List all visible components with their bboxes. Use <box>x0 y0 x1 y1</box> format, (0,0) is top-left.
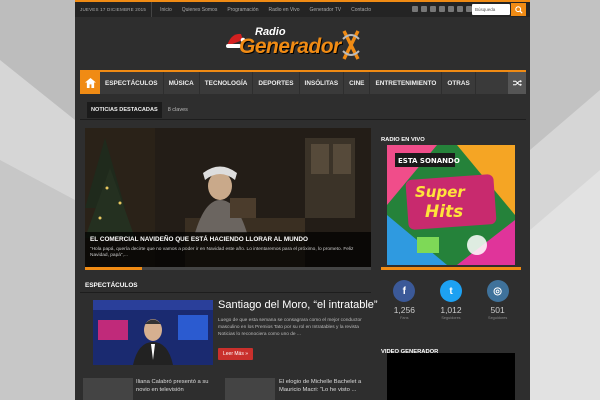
site-logo[interactable]: Radio Generador <box>225 25 385 65</box>
nav-item-tecnologia[interactable]: TECNOLOGÍA <box>200 72 254 94</box>
top-link-quienes-somos[interactable]: Quienes Somos <box>182 7 218 13</box>
twitter-label: Seguidores <box>441 316 461 320</box>
nav-item-otras[interactable]: OTRAS <box>442 72 476 94</box>
slider-caption: EL COMERCIAL NAVIDEÑO QUE ESTÁ HACIENDO … <box>85 232 371 270</box>
slider-excerpt: “Hola papá, quería decirte que no vamos … <box>90 247 354 259</box>
instagram-icon: ◎ <box>486 280 509 302</box>
radio-player-banner[interactable]: ESTA SONANDO Super Hits <box>387 145 515 265</box>
sidebar-divider <box>381 267 521 270</box>
breaking-news-link[interactable]: 8 claves <box>168 107 188 113</box>
soundcloud-icon[interactable] <box>457 6 463 12</box>
search-icon <box>514 5 523 14</box>
mini-post-thumbnail[interactable] <box>83 378 133 400</box>
shuffle-icon <box>512 79 522 87</box>
facebook-icon[interactable] <box>412 6 418 12</box>
current-date: JUEVES 17 DICIEMBRE 2015 <box>75 2 153 17</box>
instagram-icon[interactable] <box>448 6 454 12</box>
twitter-icon[interactable] <box>421 6 427 12</box>
mini-post-title[interactable]: Iliana Calabró presentó a su novio en te… <box>136 379 216 394</box>
twitter-count: 1,012 <box>440 305 462 315</box>
facebook-counter[interactable]: f 1,256 Fans <box>383 280 425 326</box>
section-header: ESPECTÁCULOS <box>80 279 371 293</box>
video-player[interactable] <box>387 353 515 400</box>
instagram-count: 501 <box>490 305 505 315</box>
nav-item-insolitas[interactable]: INSÓLITAS <box>300 72 345 94</box>
tv-host-image <box>93 300 213 365</box>
svg-text:Hits: Hits <box>425 202 463 222</box>
main-nav: ESPECTÁCULOS MÚSICA TECNOLOGÍA DEPORTES … <box>80 70 526 94</box>
post-title[interactable]: Santiago del Moro, “el intratable” <box>218 299 378 311</box>
radio-widget-title: RADIO EN VIVO <box>381 137 425 143</box>
google-plus-icon[interactable] <box>430 6 436 12</box>
facebook-count: 1,256 <box>393 305 415 315</box>
top-link-contacto[interactable]: Contacto <box>351 7 371 13</box>
top-nav: Inicio Quienes Somos Programación Radio … <box>160 7 371 13</box>
search-button[interactable] <box>511 3 526 16</box>
nav-item-entretenimiento[interactable]: ENTRETENIMIENTO <box>370 72 443 94</box>
nav-item-deportes[interactable]: DEPORTES <box>253 72 300 94</box>
top-bar: JUEVES 17 DICIEMBRE 2015 Inicio Quienes … <box>75 0 530 17</box>
social-icons <box>412 6 472 12</box>
slider-progress <box>85 267 371 270</box>
breaking-news-bar: NOTICIAS DESTACADAS 8 claves <box>80 100 526 120</box>
instagram-label: Seguidores <box>488 316 508 320</box>
slider-progress-fill <box>85 267 143 270</box>
top-link-inicio[interactable]: Inicio <box>160 7 172 13</box>
mini-post-title[interactable]: El elogio de Michelle Bachelet a Maurici… <box>279 379 371 394</box>
slider-title[interactable]: EL COMERCIAL NAVIDEÑO QUE ESTÁ HACIENDO … <box>90 236 366 243</box>
nav-item-cine[interactable]: CINE <box>344 72 371 94</box>
social-counter: f 1,256 Fans t 1,012 Seguidores ◎ 501 Se… <box>381 280 521 326</box>
top-link-programacion[interactable]: Programación <box>227 7 258 13</box>
nav-item-musica[interactable]: MÚSICA <box>164 72 200 94</box>
radio-widget-header: RADIO EN VIVO <box>381 128 521 143</box>
facebook-icon: f <box>393 280 416 302</box>
home-button[interactable] <box>80 72 100 94</box>
section-title[interactable]: ESPECTÁCULOS <box>85 282 138 289</box>
facebook-label: Fans <box>400 316 409 320</box>
random-post-button[interactable] <box>508 72 526 94</box>
video-widget-header: VIDEO GENERADOR <box>381 340 521 355</box>
post-thumbnail[interactable] <box>93 300 213 365</box>
featured-slider[interactable]: EL COMERCIAL NAVIDEÑO QUE ESTÁ HACIENDO … <box>85 128 371 270</box>
mini-post-thumbnail[interactable] <box>225 378 275 400</box>
super-hits-banner-image: ESTA SONANDO Super Hits <box>387 145 515 265</box>
read-more-button[interactable]: Leer Más » <box>218 348 254 360</box>
logo-generador-text: Generador <box>239 35 341 58</box>
top-link-radio-en-vivo[interactable]: Radio en Vivo <box>268 7 299 13</box>
twitter-counter[interactable]: t 1,012 Seguidores <box>430 280 472 326</box>
breaking-news-label: NOTICIAS DESTACADAS <box>87 101 162 118</box>
home-icon <box>84 78 96 88</box>
site-frame: JUEVES 17 DICIEMBRE 2015 Inicio Quienes … <box>75 0 530 400</box>
twitter-icon: t <box>439 280 462 302</box>
search-input[interactable]: Búsqueda <box>472 4 510 15</box>
svg-text:ESTA SONANDO: ESTA SONANDO <box>398 157 460 165</box>
youtube-icon[interactable] <box>439 6 445 12</box>
instagram-counter[interactable]: ◎ 501 Seguidores <box>477 280 519 326</box>
top-link-generador-tv[interactable]: Generador TV <box>310 7 342 13</box>
nav-item-espectaculos[interactable]: ESPECTÁCULOS <box>100 72 164 94</box>
svg-text:Super: Super <box>415 183 466 201</box>
headphones-x-icon <box>342 30 360 60</box>
post-excerpt: Luego de que esta semana se consagrara c… <box>218 318 362 337</box>
